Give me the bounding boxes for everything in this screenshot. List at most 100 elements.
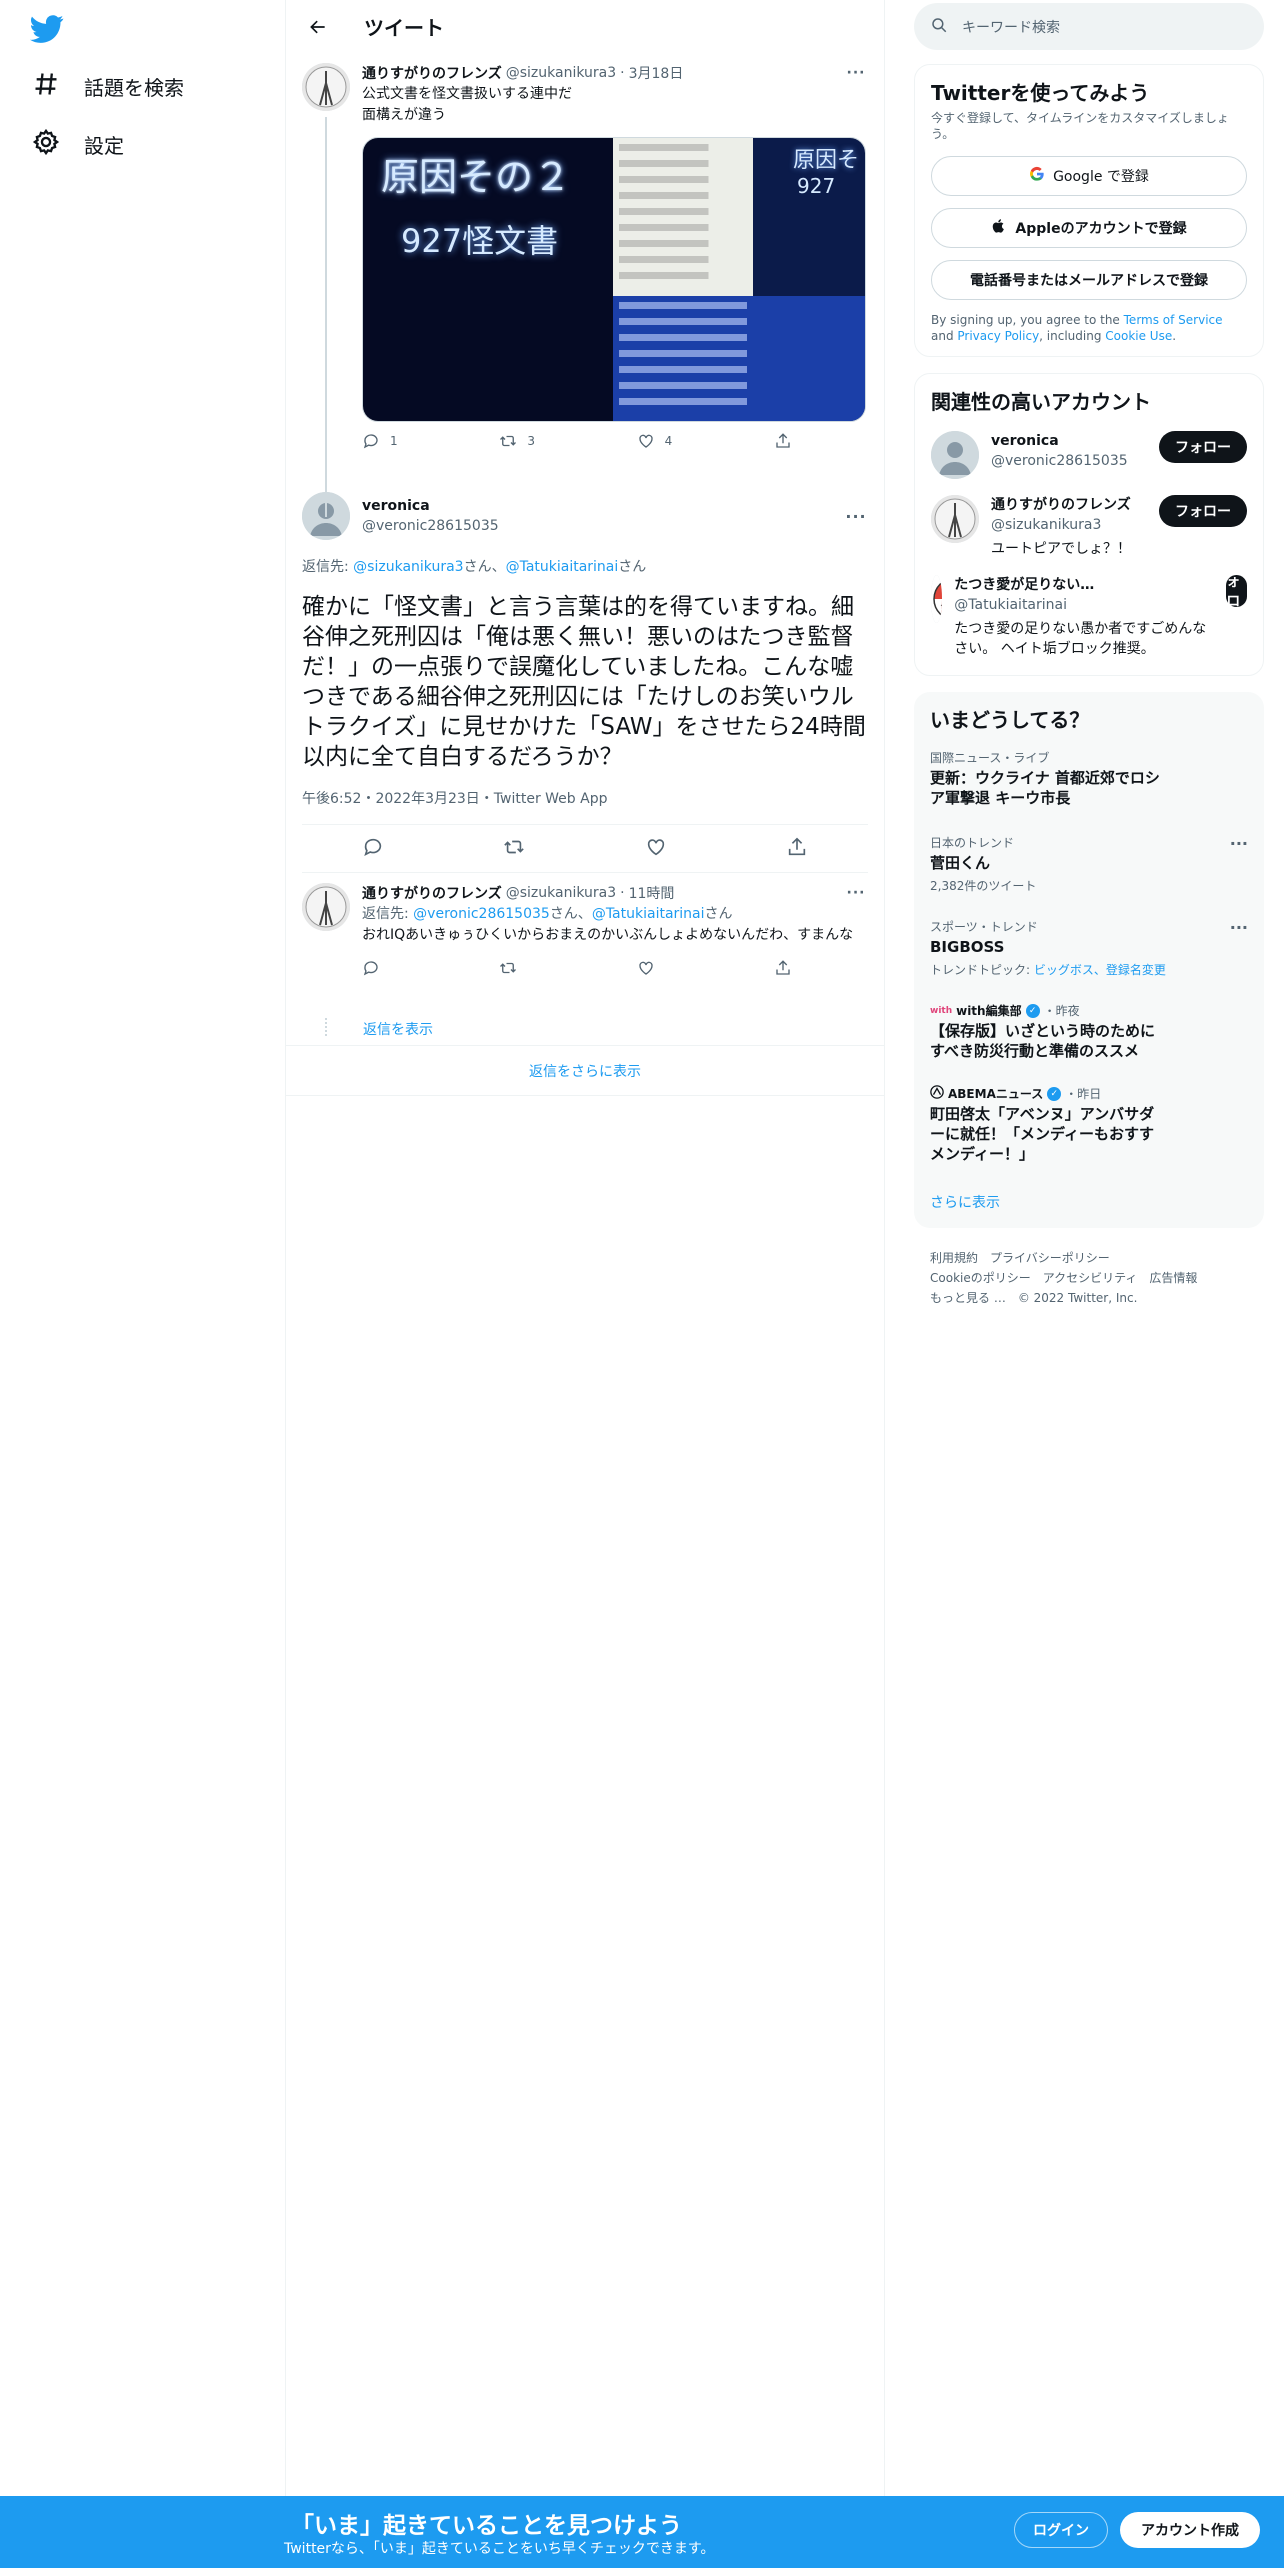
cookie-link[interactable]: Cookie Use [1105,329,1172,343]
account-handle[interactable]: @veronic28615035 [991,451,1147,471]
follow-button[interactable]: フォロー [1159,495,1247,527]
more-icon[interactable]: ··· [844,65,868,81]
footer-link[interactable]: アクセシビリティ [1043,1271,1138,1285]
tweet-date[interactable]: 3月18日 [629,63,684,83]
avatar[interactable] [931,495,979,543]
media-image-1[interactable]: 原因その２ 927怪文書 [363,138,613,421]
signup-sub: 今すぐ登録して、タイムラインをカスタマイズしましょう。 [931,111,1229,141]
google-signup-button[interactable]: Google で登録 [931,156,1247,196]
back-arrow-icon[interactable] [300,9,336,45]
account-item[interactable]: 通りすがりのフレンズ @sizukanikura3 ユートピアでしょ？！ フォロ… [931,495,1247,559]
tweet-meta[interactable]: 午後6:52・2022年3月23日・Twitter Web App [302,788,868,825]
tweet-text-line2: 面構えが違う [362,107,446,123]
trend-title[interactable]: BIGBOSS [930,937,1248,957]
news-title[interactable]: 町田啓太「アベンヌ」アンバサダーに就任！「メンディーもおすすメンディー！」 [930,1104,1160,1164]
account-name[interactable]: 通りすがりのフレンズ [991,495,1147,515]
author-name[interactable]: veronica [362,496,499,516]
show-more-replies[interactable]: 返信をさらに表示 [286,1046,884,1096]
reply-icon[interactable] [362,959,380,980]
mention-link[interactable]: @Tatukiaitarinai [592,906,705,922]
account-name[interactable]: veronica [991,431,1147,451]
create-account-button[interactable]: アカウント作成 [1120,2512,1260,2548]
footer-link[interactable]: 広告情報 [1149,1271,1197,1285]
author-handle[interactable]: @sizukanikura3 [506,885,616,901]
reply-suffix: さん [618,559,647,575]
account-item[interactable]: たつき愛が足りない… @Tatukiaitarinai たつき愛の足りない愚か者… [931,554,1247,659]
trend-item[interactable]: 日本のトレンド 菅田くん 2,382件のツイート ··· [930,834,1248,894]
login-button[interactable]: ログイン [1014,2512,1108,2548]
media-image-2[interactable] [613,138,753,421]
trend-category: 日本のトレンド [930,836,1015,850]
tweet-actions [362,959,792,980]
trend-item[interactable]: スポーツ・トレンド BIGBOSS トレンドトピック: ビッグボス、登録名変更 … [930,918,1248,978]
show-more-replies-link[interactable]: 返信をさらに表示 [529,1061,641,1081]
tweet-media[interactable]: 原因その２ 927怪文書 原因そ 927 [362,137,866,422]
retweet-count: 3 [527,434,535,448]
tweet-time[interactable]: 11時間 [629,883,675,903]
media-image-1-sub: 927怪文書 [401,222,559,260]
share-icon[interactable] [786,836,808,862]
search-box[interactable]: キーワード検索 [914,3,1264,50]
show-more-trends-link[interactable]: さらに表示 [930,1195,1000,1211]
heart-icon[interactable] [637,959,655,980]
author-handle[interactable]: @veronic28615035 [362,516,499,536]
avatar[interactable] [302,883,350,931]
search-input[interactable]: キーワード検索 [962,17,1060,37]
author-handle[interactable]: @sizukanikura3 [506,65,616,81]
tweet-text: 確かに「怪文書」と言う言葉は的を得ていますね。細谷伸之死刑囚は「俺は悪く無い！悪… [302,594,866,770]
reply-icon[interactable] [362,836,384,862]
mention-link[interactable]: @veronic28615035 [413,906,550,922]
more-icon[interactable]: ··· [1230,918,1248,937]
privacy-link[interactable]: Privacy Policy [957,329,1039,343]
terms-link[interactable]: Terms of Service [1124,313,1223,327]
parent-tweet[interactable]: 通りすがりのフレンズ @sizukanikura3 · 3月18日 ··· 公式… [286,53,884,517]
trend-title[interactable]: 菅田くん [930,853,1248,873]
author-name[interactable]: 通りすがりのフレンズ [362,63,502,83]
news-item[interactable]: ABEMAニュース ✓ ・昨日 町田啓太「アベンヌ」アンバサダーに就任！「メンディー… [930,1085,1248,1164]
footer-more-link[interactable]: もっと見る … [930,1291,1006,1305]
footer-link[interactable]: 利用規約 [930,1251,978,1265]
mention-link[interactable]: @sizukanikura3 [353,559,463,575]
heart-icon[interactable] [645,836,667,862]
share-button[interactable] [774,432,792,450]
footer-link[interactable]: プライバシーポリシー [990,1251,1110,1265]
reply-tweet[interactable]: 通りすがりのフレンズ @sizukanikura3 · 11時間 ··· 返信先… [286,873,884,1046]
footer-link[interactable]: Cookieのポリシー [930,1271,1031,1285]
nav-explore[interactable]: 話題を検索 [32,70,184,103]
more-icon[interactable]: ··· [1230,834,1248,853]
mention-link[interactable]: @Tatukiaitarinai [506,559,619,575]
thread-dots [325,1018,327,1036]
follow-button[interactable]: フォロー [1159,431,1247,463]
account-handle[interactable]: @Tatukiaitarinai [954,595,1214,615]
follow-button[interactable]: フォロー [1226,554,1247,630]
trend-topics-link[interactable]: ビッグボス、登録名変更 [1034,963,1166,977]
media-image-3[interactable]: 原因そ 927 [753,138,865,421]
apple-signup-button[interactable]: Appleのアカウントで登録 [931,208,1247,248]
like-button[interactable]: 4 [637,432,673,450]
retweet-button[interactable]: 3 [499,432,535,450]
more-icon[interactable]: ··· [844,507,868,526]
avatar[interactable] [931,431,979,479]
news-time: ・昨夜 [1043,1004,1080,1018]
news-title[interactable]: 【保存版】いざという時のためにすべき防災行動と準備のススメ [930,1021,1160,1061]
twitter-logo-icon[interactable] [30,12,66,48]
account-name[interactable]: たつき愛が足りない… [954,575,1114,595]
trend-title[interactable]: 更新：ウクライナ 首都近郊でロシア軍撃退 キーウ市長 [930,768,1170,808]
avatar[interactable] [302,63,350,111]
news-item[interactable]: with with編集部 ✓ ・昨夜 【保存版】いざという時のためにすべき防災行動と準… [930,1002,1248,1061]
phone-signup-button[interactable]: 電話番号またはメールアドレスで登録 [931,260,1247,300]
author-name[interactable]: 通りすがりのフレンズ [362,883,502,903]
share-icon[interactable] [774,959,792,980]
google-signup-label: Google で登録 [1053,169,1149,185]
retweet-icon[interactable] [503,836,525,862]
account-handle[interactable]: @sizukanikura3 [991,515,1147,535]
avatar[interactable] [931,575,943,623]
trend-item[interactable]: 国際ニュース・ライブ 更新：ウクライナ 首都近郊でロシア軍撃退 キーウ市長 [930,749,1248,808]
retweet-icon[interactable] [499,959,517,980]
show-replies-link[interactable]: 返信を表示 [363,1019,433,1039]
reply-button[interactable]: 1 [362,432,398,450]
nav-settings[interactable]: 設定 [32,128,124,161]
like-count: 4 [664,434,673,448]
account-item[interactable]: veronica @veronic28615035 フォロー [931,431,1247,479]
more-icon[interactable]: ··· [844,885,868,901]
